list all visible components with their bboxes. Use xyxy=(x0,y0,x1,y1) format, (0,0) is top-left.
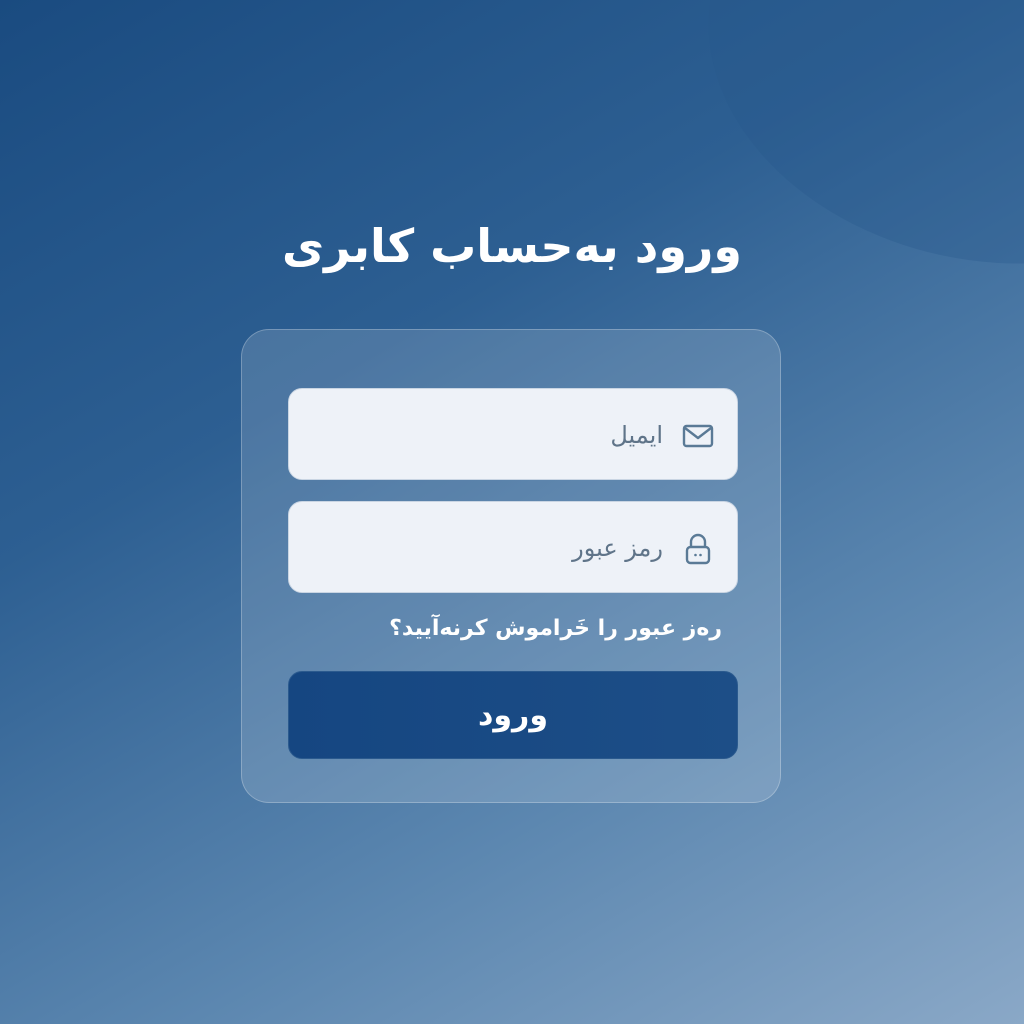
envelope-icon xyxy=(681,419,715,453)
email-field-container[interactable] xyxy=(288,388,738,480)
password-input[interactable] xyxy=(323,520,663,576)
lock-icon xyxy=(681,532,715,566)
email-input[interactable] xyxy=(323,407,663,463)
login-button[interactable]: ورود xyxy=(288,671,738,759)
forgot-password-link[interactable]: ره‌ز عبور را خَراموش کرنه‌آیید؟ xyxy=(389,616,722,641)
page-title: ورود به‌حساب کابری xyxy=(282,219,742,273)
login-card: ره‌ز عبور را خَراموش کرنه‌آیید؟ ورود xyxy=(241,329,781,803)
password-field-container[interactable] xyxy=(288,501,738,593)
